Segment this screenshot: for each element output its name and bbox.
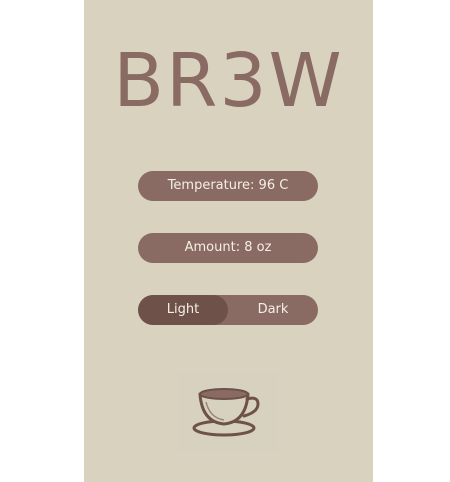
strength-option-light[interactable]: Light bbox=[138, 295, 228, 325]
app-logo: BR3W bbox=[113, 38, 344, 124]
brew-panel: BR3W Temperature: 96 C Amount: 8 oz Ligh… bbox=[84, 0, 373, 482]
strength-toggle[interactable]: Light Dark bbox=[138, 295, 318, 325]
coffee-cup-icon bbox=[192, 388, 260, 437]
amount-button[interactable]: Amount: 8 oz bbox=[138, 233, 318, 263]
temperature-button[interactable]: Temperature: 96 C bbox=[138, 171, 318, 201]
app-window: BR3W Temperature: 96 C Amount: 8 oz Ligh… bbox=[0, 0, 450, 482]
brew-button[interactable] bbox=[178, 372, 278, 452]
strength-option-dark[interactable]: Dark bbox=[228, 295, 318, 325]
